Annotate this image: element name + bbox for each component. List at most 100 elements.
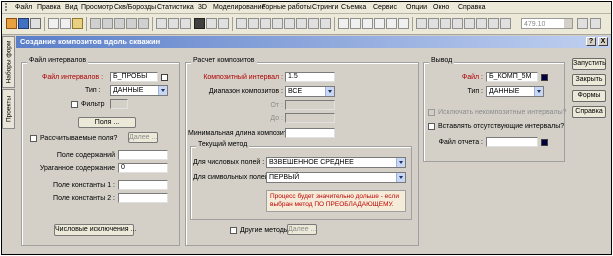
numeric-method-select[interactable]: ВЗВЕШЕННОЕ СРЕДНЕЕ: [266, 157, 406, 168]
menu-survey[interactable]: Съемка: [341, 3, 366, 12]
help-button[interactable]: Справка: [572, 106, 606, 118]
hurricane-input[interactable]: 0: [118, 163, 168, 173]
menu-3d[interactable]: 3D: [198, 3, 207, 12]
forms-button[interactable]: Формы: [572, 90, 606, 102]
filter-icon[interactable]: [464, 18, 475, 29]
content-field-input[interactable]: [118, 150, 168, 160]
menu-options[interactable]: Опции: [406, 3, 427, 12]
output-color-icon[interactable]: [541, 74, 548, 81]
numeric-exclusions-button[interactable]: Числовые исключения ...: [54, 224, 136, 236]
layout-icon[interactable]: [218, 18, 229, 29]
help-title-button[interactable]: ?: [586, 37, 596, 46]
grid-icon[interactable]: [48, 18, 59, 29]
close-button[interactable]: Закрыть: [572, 74, 606, 86]
menu-file[interactable]: Файл: [15, 3, 32, 12]
chevron-down-icon[interactable]: [158, 86, 167, 95]
filter-checkbox[interactable]: [71, 101, 78, 108]
view-3d-icon[interactable]: [272, 18, 283, 29]
output-file-input[interactable]: Б_КОМП_5М: [486, 72, 538, 82]
run-macro-icon[interactable]: [194, 18, 205, 29]
view-plan-icon[interactable]: [260, 18, 271, 29]
pan-icon[interactable]: [338, 18, 349, 29]
calc-fields-label: Рассчитываемые поля?: [40, 135, 118, 142]
calc-fields-more-button[interactable]: Далее ...: [128, 132, 158, 143]
window-icon[interactable]: [206, 18, 217, 29]
chevron-down-icon[interactable]: [325, 87, 334, 96]
chevron-down-icon[interactable]: [534, 87, 543, 96]
menu-strings[interactable]: Стринги: [312, 3, 338, 12]
cut-icon[interactable]: [90, 18, 101, 29]
menu-modeling[interactable]: Моделирование: [213, 3, 265, 12]
tab-projects-label: Проекты: [5, 95, 13, 123]
menu-statistics[interactable]: Статистика: [157, 3, 194, 12]
menu-view[interactable]: Вид: [65, 3, 78, 12]
table-icon[interactable]: [60, 18, 71, 29]
calc-fields-checkbox[interactable]: [30, 135, 37, 142]
chevron-down-icon[interactable]: [396, 173, 405, 182]
show-icon[interactable]: [488, 18, 499, 29]
run-button[interactable]: Запустить: [572, 58, 606, 70]
menu-mining[interactable]: Горные работы: [262, 3, 312, 12]
toolbar-separator: [152, 17, 153, 31]
select-icon[interactable]: [416, 18, 427, 29]
zoom-out-icon[interactable]: [362, 18, 373, 29]
file-browse-icon[interactable]: [161, 74, 168, 81]
section-icon[interactable]: [284, 18, 295, 29]
composite-interval-input[interactable]: 1.5: [285, 72, 335, 82]
interval-type-select[interactable]: ДАННЫЕ: [110, 85, 168, 96]
other-methods-button[interactable]: Далее ...: [287, 224, 317, 235]
properties-icon[interactable]: [168, 18, 179, 29]
view-side-icon[interactable]: [248, 18, 259, 29]
const1-input[interactable]: [118, 180, 168, 190]
const2-input[interactable]: [118, 193, 168, 203]
tab-projects[interactable]: Проекты: [2, 89, 15, 129]
zoom-combo[interactable]: 479.10: [521, 18, 573, 29]
new-file-icon[interactable]: [30, 18, 41, 29]
report-file-input[interactable]: [486, 137, 538, 147]
menu-edit[interactable]: Правка: [37, 3, 61, 12]
insert-missing-checkbox[interactable]: [428, 123, 435, 130]
print-icon[interactable]: [72, 18, 83, 29]
clip-icon[interactable]: [296, 18, 307, 29]
menu-window[interactable]: Окно: [433, 3, 449, 12]
legend-icon[interactable]: [180, 18, 191, 29]
output-type-select[interactable]: ДАННЫЕ: [486, 86, 544, 97]
report-color-icon[interactable]: [541, 139, 548, 146]
menu-holes[interactable]: Скв/Борозды: [114, 3, 156, 12]
undo-icon[interactable]: [126, 18, 137, 29]
snap-icon[interactable]: [440, 18, 451, 29]
layers-icon[interactable]: [156, 18, 167, 29]
open-folder-icon[interactable]: [6, 18, 17, 29]
close-title-button[interactable]: X: [598, 37, 608, 46]
menu-preview[interactable]: Просмотр: [81, 3, 113, 12]
measure-icon[interactable]: [428, 18, 439, 29]
interval-type-value: ДАННЫЕ: [113, 87, 144, 94]
composite-range-select[interactable]: ВСЕ: [285, 86, 335, 97]
view-front-icon[interactable]: [236, 18, 247, 29]
menu-help[interactable]: Справка: [458, 3, 485, 12]
redo-icon[interactable]: [138, 18, 149, 29]
zoom-previous-icon[interactable]: [398, 18, 409, 29]
chevron-down-icon[interactable]: [564, 19, 572, 28]
apply-icon[interactable]: [577, 18, 588, 29]
chevron-down-icon[interactable]: [396, 158, 405, 167]
paste-icon[interactable]: [114, 18, 125, 29]
lock-icon[interactable]: [500, 18, 511, 29]
fields-button[interactable]: Поля ...: [78, 117, 136, 128]
zoom-in-icon[interactable]: [350, 18, 361, 29]
query-icon[interactable]: [452, 18, 463, 29]
min-length-input[interactable]: [285, 128, 335, 138]
other-methods-checkbox[interactable]: [230, 227, 237, 234]
save-icon[interactable]: [18, 18, 29, 29]
toolbar: 479.10: [2, 14, 611, 35]
hide-icon[interactable]: [476, 18, 487, 29]
copy-icon[interactable]: [102, 18, 113, 29]
refresh-icon[interactable]: [320, 18, 331, 29]
zoom-extents-icon[interactable]: [386, 18, 397, 29]
rotate-icon[interactable]: [308, 18, 319, 29]
options-icon[interactable]: [590, 18, 601, 29]
zoom-window-icon[interactable]: [374, 18, 385, 29]
symbol-method-select[interactable]: ПЕРВЫЙ: [266, 172, 406, 183]
interval-file-input[interactable]: Б_ПРОБЫ: [110, 72, 158, 82]
menu-tools[interactable]: Сервис: [373, 3, 397, 12]
